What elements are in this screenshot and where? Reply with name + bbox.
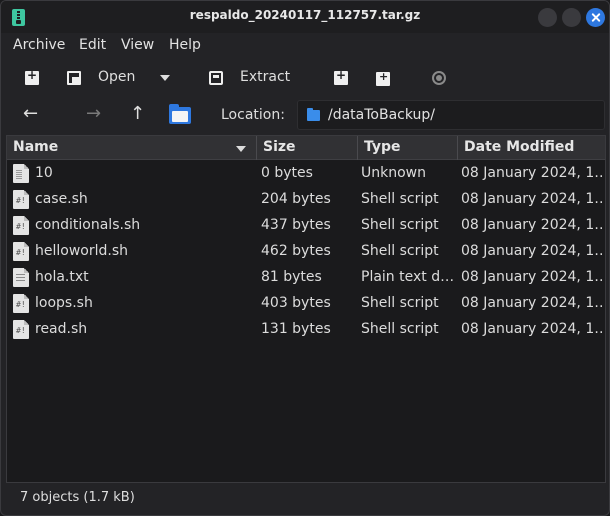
maximize-button[interactable] <box>562 8 581 27</box>
table-row[interactable]: 10 0 bytes Unknown 08 January 2024, 1… <box>7 161 605 187</box>
status-text: 7 objects (1.7 kB) <box>20 490 135 505</box>
file-type: Shell script <box>361 191 439 207</box>
table-row[interactable]: helloworld.sh 462 bytes Shell script 08 … <box>7 239 605 265</box>
file-name: loops.sh <box>35 295 93 311</box>
unknown-file-icon <box>13 164 29 183</box>
minimize-button[interactable] <box>538 8 557 27</box>
file-type: Shell script <box>361 321 439 337</box>
menu-bar: Archive Edit View Help <box>1 33 609 59</box>
back-arrow-icon[interactable]: ← <box>23 105 38 123</box>
file-type: Shell script <box>361 295 439 311</box>
open-icon <box>67 71 81 85</box>
file-size: 204 bytes <box>261 191 331 207</box>
table-row[interactable]: read.sh 131 bytes Shell script 08 Januar… <box>7 317 605 343</box>
location-path: /dataToBackup/ <box>328 107 436 123</box>
window-title: respaldo_20240117_112757.tar.gz <box>189 8 421 22</box>
table-row[interactable]: hola.txt 81 bytes Plain text d… 08 Janua… <box>7 265 605 291</box>
column-name-label: Name <box>13 139 59 155</box>
file-name: helloworld.sh <box>35 243 128 259</box>
file-date: 08 January 2024, 1… <box>461 191 603 207</box>
file-list-header: Name Size Type Date Modified <box>7 136 605 160</box>
column-header-size[interactable]: Size <box>257 136 358 160</box>
shell-script-icon <box>13 216 29 235</box>
add-files-icon[interactable] <box>334 68 348 85</box>
file-list: Name Size Type Date Modified 10 0 bytes … <box>6 135 606 483</box>
file-date: 08 January 2024, 1… <box>461 217 603 233</box>
add-folder-icon[interactable] <box>376 70 390 86</box>
menu-help[interactable]: Help <box>169 37 201 53</box>
table-row[interactable]: conditionals.sh 437 bytes Shell script 0… <box>7 213 605 239</box>
file-date: 08 January 2024, 1… <box>461 165 603 181</box>
file-size: 462 bytes <box>261 243 331 259</box>
open-dropdown-chevron-down-icon[interactable] <box>160 75 170 81</box>
new-archive-icon[interactable] <box>25 68 39 85</box>
file-type: Shell script <box>361 217 439 233</box>
text-file-icon <box>13 268 29 287</box>
status-bar: 7 objects (1.7 kB) <box>1 485 609 515</box>
open-button-label: Open <box>98 69 136 85</box>
shell-script-icon <box>13 294 29 313</box>
file-size: 131 bytes <box>261 321 331 337</box>
file-size: 0 bytes <box>261 165 313 181</box>
extract-button-label: Extract <box>240 69 291 85</box>
stop-record-icon[interactable] <box>432 71 446 85</box>
file-name: read.sh <box>35 321 88 337</box>
column-header-type[interactable]: Type <box>358 136 458 160</box>
file-date: 08 January 2024, 1… <box>461 321 603 337</box>
file-type: Shell script <box>361 243 439 259</box>
home-folder-icon[interactable] <box>169 104 191 124</box>
table-row[interactable]: loops.sh 403 bytes Shell script 08 Janua… <box>7 291 605 317</box>
file-type: Plain text d… <box>361 269 455 285</box>
file-size: 81 bytes <box>261 269 322 285</box>
location-label: Location: <box>221 107 285 123</box>
forward-arrow-icon[interactable]: → <box>86 105 101 123</box>
menu-edit[interactable]: Edit <box>79 37 106 53</box>
up-arrow-icon[interactable]: ↑ <box>130 105 145 123</box>
file-date: 08 January 2024, 1… <box>461 269 603 285</box>
file-type: Unknown <box>361 165 426 181</box>
file-date: 08 January 2024, 1… <box>461 243 603 259</box>
file-name: case.sh <box>35 191 88 207</box>
shell-script-icon <box>13 320 29 339</box>
file-size: 437 bytes <box>261 217 331 233</box>
menu-view[interactable]: View <box>121 37 154 53</box>
archive-manager-window: respaldo_20240117_112757.tar.gz Archive … <box>0 0 610 516</box>
title-bar[interactable]: respaldo_20240117_112757.tar.gz <box>1 1 609 33</box>
sort-chevron-down-icon <box>236 146 246 152</box>
folder-icon <box>307 108 320 121</box>
close-button[interactable] <box>586 8 605 27</box>
extract-icon <box>209 71 223 85</box>
file-name: conditionals.sh <box>35 217 141 233</box>
location-bar: ← → ↑ Location: /dataToBackup/ <box>1 99 609 133</box>
location-field[interactable]: /dataToBackup/ <box>297 100 605 130</box>
shell-script-icon <box>13 190 29 209</box>
table-row[interactable]: case.sh 204 bytes Shell script 08 Januar… <box>7 187 605 213</box>
file-size: 403 bytes <box>261 295 331 311</box>
toolbar: Open Extract <box>1 61 609 95</box>
file-name: hola.txt <box>35 269 89 285</box>
menu-archive[interactable]: Archive <box>13 37 65 53</box>
file-date: 08 January 2024, 1… <box>461 295 603 311</box>
column-header-name[interactable]: Name <box>7 136 257 160</box>
column-header-date-modified[interactable]: Date Modified <box>458 136 605 160</box>
shell-script-icon <box>13 242 29 261</box>
file-name: 10 <box>35 165 53 181</box>
